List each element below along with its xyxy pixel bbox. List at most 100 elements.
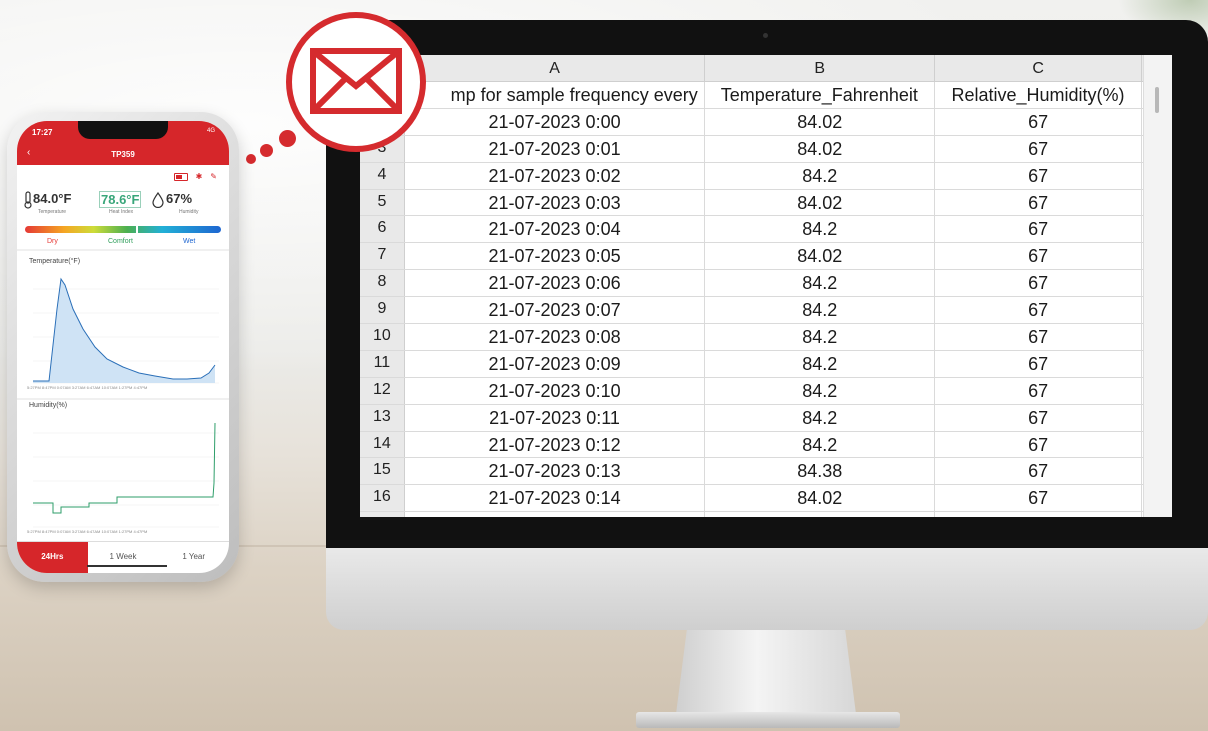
cell-c[interactable]: 67 xyxy=(935,324,1143,350)
cell-a[interactable]: 21-07-2023 0:04 xyxy=(405,216,706,243)
tab-1-year[interactable]: 1 Year xyxy=(158,542,229,573)
cell-a[interactable]: 21-07-2023 0:15 xyxy=(405,512,706,517)
cell-c[interactable]: 67 xyxy=(935,377,1143,404)
cell-b[interactable]: 84.38 xyxy=(705,458,936,485)
cell-c[interactable]: 67 xyxy=(935,458,1143,485)
smartphone: 17:27 4G ‹ TP359 ✱ ✎ 84.0°F Temperature … xyxy=(7,112,239,582)
thermometer-icon xyxy=(24,191,32,209)
row-number[interactable]: 15 xyxy=(360,458,405,485)
cell-c[interactable]: 67 xyxy=(935,216,1143,243)
cell-a[interactable]: 21-07-2023 0:13 xyxy=(405,458,706,485)
cell-b[interactable]: 84.2 xyxy=(705,270,936,297)
column-header-b[interactable]: B xyxy=(705,55,936,81)
cell-a[interactable]: 21-07-2023 0:10 xyxy=(405,377,706,404)
cell-c2[interactable]: Relative_Humidity(%) xyxy=(935,82,1143,108)
temperature-chart: 5:27PM 8:47PM 0:07AM 3:27AM 6:47AM 10:07… xyxy=(27,277,219,389)
cell-c[interactable]: 67 xyxy=(935,512,1143,517)
cell-a[interactable]: 21-07-2023 0:00 xyxy=(405,108,706,135)
cell-a[interactable]: 21-07-2023 0:06 xyxy=(405,270,706,297)
app-toolbar: ✱ ✎ xyxy=(173,172,217,182)
status-time: 17:27 xyxy=(32,128,53,137)
vertical-scrollbar[interactable] xyxy=(1143,55,1172,517)
time-range-tabs: 24Hrs 1 Week 1 Year xyxy=(17,541,229,573)
cell-a[interactable]: 21-07-2023 0:12 xyxy=(405,431,706,458)
row-number[interactable]: 9 xyxy=(360,297,405,324)
tab-1-week[interactable]: 1 Week xyxy=(88,542,159,573)
cell-b[interactable]: 84.2 xyxy=(705,404,936,431)
connector-dot xyxy=(246,154,256,164)
column-header-a[interactable]: A xyxy=(405,55,706,81)
edit-icon[interactable]: ✎ xyxy=(210,172,217,182)
cell-a[interactable]: 21-07-2023 0:08 xyxy=(405,324,706,350)
row-number[interactable]: 17 xyxy=(360,512,405,517)
row-number[interactable]: 13 xyxy=(360,404,405,431)
tab-underline xyxy=(87,565,167,567)
metrics-panel: 84.0°F Temperature 78.6°F Heat Index 67%… xyxy=(23,187,223,217)
cell-a[interactable]: 21-07-2023 0:09 xyxy=(405,350,706,377)
cell-c[interactable]: 67 xyxy=(935,162,1143,189)
cell-b[interactable]: 84.2 xyxy=(705,512,936,517)
cell-b[interactable]: 84.2 xyxy=(705,431,936,458)
table-row: 8 21-07-2023 0:06 84.2 67 xyxy=(360,270,1172,298)
cell-c[interactable]: 67 xyxy=(935,350,1143,377)
row-number[interactable]: 6 xyxy=(360,216,405,243)
cell-c[interactable]: 67 xyxy=(935,135,1143,162)
humidity-chart: 5:27PM 8:47PM 0:07AM 3:27AM 6:47AM 10:07… xyxy=(27,422,219,533)
row-number[interactable]: 8 xyxy=(360,270,405,297)
section-divider xyxy=(17,398,229,400)
cell-b[interactable]: 84.2 xyxy=(705,297,936,324)
row-number[interactable]: 14 xyxy=(360,431,405,458)
row-number[interactable]: 12 xyxy=(360,377,405,404)
row-number[interactable]: 7 xyxy=(360,243,405,270)
table-row: 10 21-07-2023 0:08 84.2 67 xyxy=(360,324,1172,351)
cell-b[interactable]: 84.02 xyxy=(705,108,936,135)
comfort-scale-marker xyxy=(136,224,138,235)
cell-a2[interactable]: mp for sample frequency every xyxy=(405,82,705,108)
cell-c[interactable]: 67 xyxy=(935,189,1143,216)
cell-c[interactable]: 67 xyxy=(935,270,1143,297)
cell-b[interactable]: 84.02 xyxy=(705,485,936,512)
cell-b[interactable]: 84.2 xyxy=(705,162,936,189)
scrollbar-thumb[interactable] xyxy=(1155,87,1159,113)
cell-c[interactable]: 67 xyxy=(935,431,1143,458)
cell-c[interactable]: 67 xyxy=(935,243,1143,270)
cell-b2[interactable]: Temperature_Fahrenheit xyxy=(705,82,935,108)
table-row: 6 21-07-2023 0:04 84.2 67 xyxy=(360,216,1172,244)
cell-a[interactable]: 21-07-2023 0:03 xyxy=(405,189,706,216)
cell-a[interactable]: 21-07-2023 0:01 xyxy=(405,135,706,162)
cell-a[interactable]: 21-07-2023 0:07 xyxy=(405,297,706,324)
cell-b[interactable]: 84.2 xyxy=(705,377,936,404)
cell-b[interactable]: 84.02 xyxy=(705,135,936,162)
cell-a[interactable]: 21-07-2023 0:05 xyxy=(405,243,706,270)
cell-b[interactable]: 84.2 xyxy=(705,324,936,350)
cell-a[interactable]: 21-07-2023 0:11 xyxy=(405,404,706,431)
scale-comfort-label: Comfort xyxy=(108,238,133,245)
section-divider xyxy=(17,249,229,251)
table-row: 15 21-07-2023 0:13 84.38 67 xyxy=(360,458,1172,486)
cell-c[interactable]: 67 xyxy=(935,297,1143,324)
cell-b[interactable]: 84.2 xyxy=(705,350,936,377)
column-header-c[interactable]: C xyxy=(935,55,1143,81)
cell-c[interactable]: 67 xyxy=(935,404,1143,431)
cell-b[interactable]: 84.02 xyxy=(705,243,936,270)
cell-a[interactable]: 21-07-2023 0:02 xyxy=(405,162,706,189)
humidity-label: Humidity xyxy=(179,209,199,215)
phone-notch xyxy=(78,121,168,139)
row-number[interactable]: 4 xyxy=(360,162,405,189)
row-number[interactable]: 11 xyxy=(360,350,405,377)
cell-b[interactable]: 84.2 xyxy=(705,216,936,243)
cell-b[interactable]: 84.02 xyxy=(705,189,936,216)
tab-24hrs[interactable]: 24Hrs xyxy=(17,542,88,573)
row-number[interactable]: 16 xyxy=(360,485,405,512)
temperature-chart-title: Temperature(°F) xyxy=(29,258,81,265)
bluetooth-icon[interactable]: ✱ xyxy=(196,172,203,182)
cell-a[interactable]: 21-07-2023 0:14 xyxy=(405,485,706,512)
row-number[interactable]: 5 xyxy=(360,189,405,216)
spreadsheet-grid: 2 mp for sample frequency every Temperat… xyxy=(360,82,1172,517)
cell-c[interactable]: 67 xyxy=(935,485,1143,512)
row-number[interactable]: 10 xyxy=(360,324,405,350)
cell-c[interactable]: 67 xyxy=(935,108,1143,135)
column-header-bar: A B C xyxy=(360,55,1172,82)
svg-text:5:27PM 8:47PM 0:07AM 3:27AM: 5:27PM 8:47PM 0:07AM 3:27AM 6:47AM 10:07… xyxy=(27,529,147,533)
scale-dry-label: Dry xyxy=(47,238,58,245)
